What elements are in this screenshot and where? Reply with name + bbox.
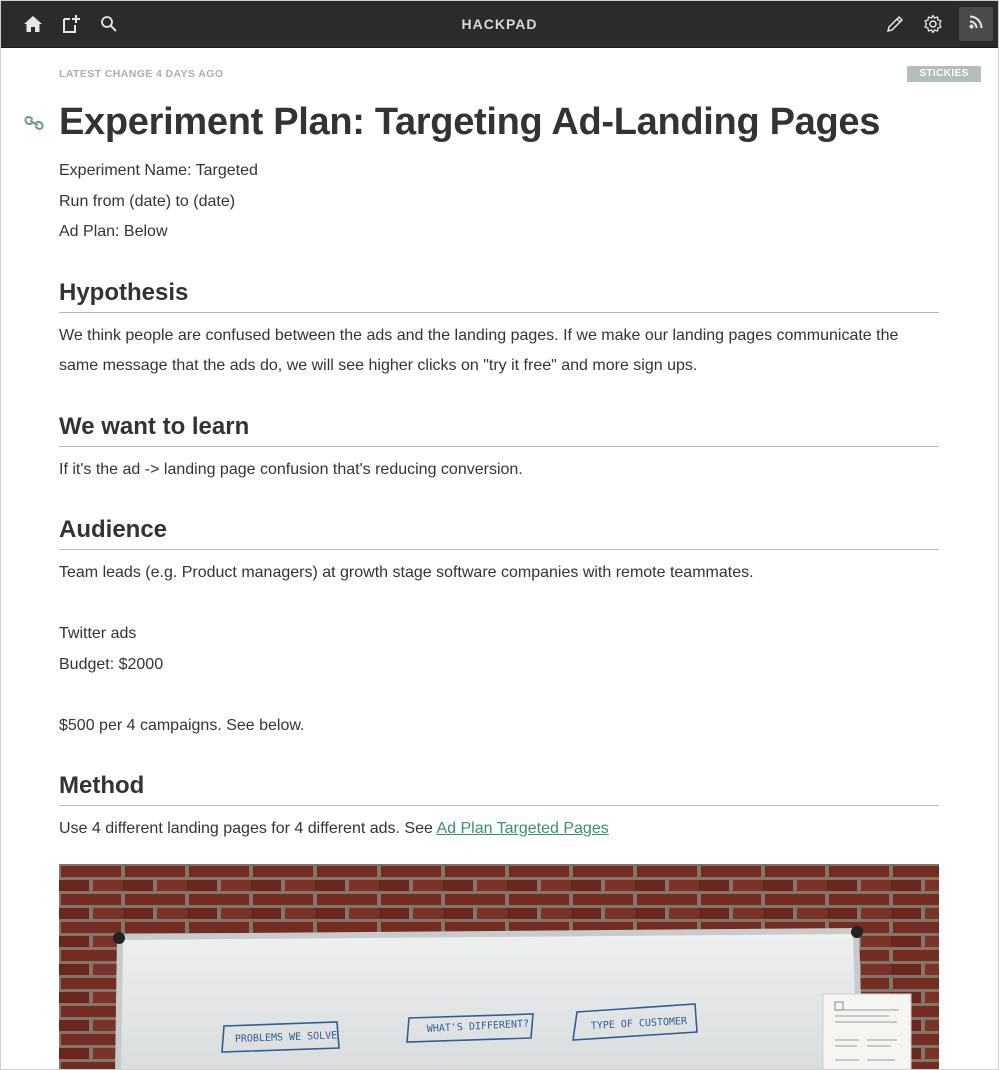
- whiteboard-photo: PROBLEMS WE SOLVE WHAT'S DIFFERENT? TYPE…: [59, 864, 939, 1069]
- hypothesis-heading: Hypothesis: [59, 276, 939, 313]
- home-icon[interactable]: [15, 1, 51, 47]
- method-text-lead: Use 4 different landing pages for 4 diff…: [59, 820, 437, 837]
- ad-plan-link[interactable]: Ad Plan Targeted Pages: [436, 820, 608, 837]
- intro-line: Ad Plan: Below: [59, 223, 168, 240]
- top-bar: HACKPAD: [1, 1, 998, 48]
- rss-button[interactable]: [959, 7, 993, 41]
- pad-content[interactable]: Experiment Plan: Targeting Ad-Landing Pa…: [59, 96, 939, 845]
- learn-text: If it's the ad -> landing page confusion…: [59, 460, 523, 478]
- app-brand: HACKPAD: [461, 16, 538, 32]
- rss-icon: [969, 15, 983, 34]
- audience-channel: Twitter ads: [59, 625, 137, 642]
- audience-budget: Budget: $2000: [59, 655, 164, 673]
- intro-line: Run from (date) to (date): [59, 192, 236, 210]
- audience-text: Team leads (e.g. Product managers) at gr…: [59, 564, 754, 581]
- latest-change: LATEST CHANGE 4 DAYS AGO: [59, 68, 224, 80]
- link-icon[interactable]: [23, 113, 45, 138]
- gear-icon[interactable]: [915, 1, 951, 47]
- pencil-icon[interactable]: [877, 1, 913, 47]
- intro-line: Experiment Name: Targeted: [59, 162, 258, 179]
- new-pad-icon[interactable]: [53, 1, 89, 47]
- page-title: Experiment Plan: Targeting Ad-Landing Pa…: [59, 101, 881, 143]
- search-icon[interactable]: [91, 1, 127, 47]
- audience-campaigns: $500 per 4 campaigns. See below.: [59, 716, 305, 734]
- learn-heading: We want to learn: [59, 410, 939, 447]
- audience-heading: Audience: [59, 513, 939, 550]
- method-text: Use 4 different landing pages for 4 diff…: [59, 814, 939, 845]
- hypothesis-text: We think people are confused between the…: [59, 326, 899, 375]
- app-window: HACKPAD LATEST CHANGE 4 DAYS AGO STICKIE…: [0, 0, 999, 1070]
- stickies-button[interactable]: STICKIES: [907, 66, 981, 82]
- method-heading: Method: [59, 769, 939, 806]
